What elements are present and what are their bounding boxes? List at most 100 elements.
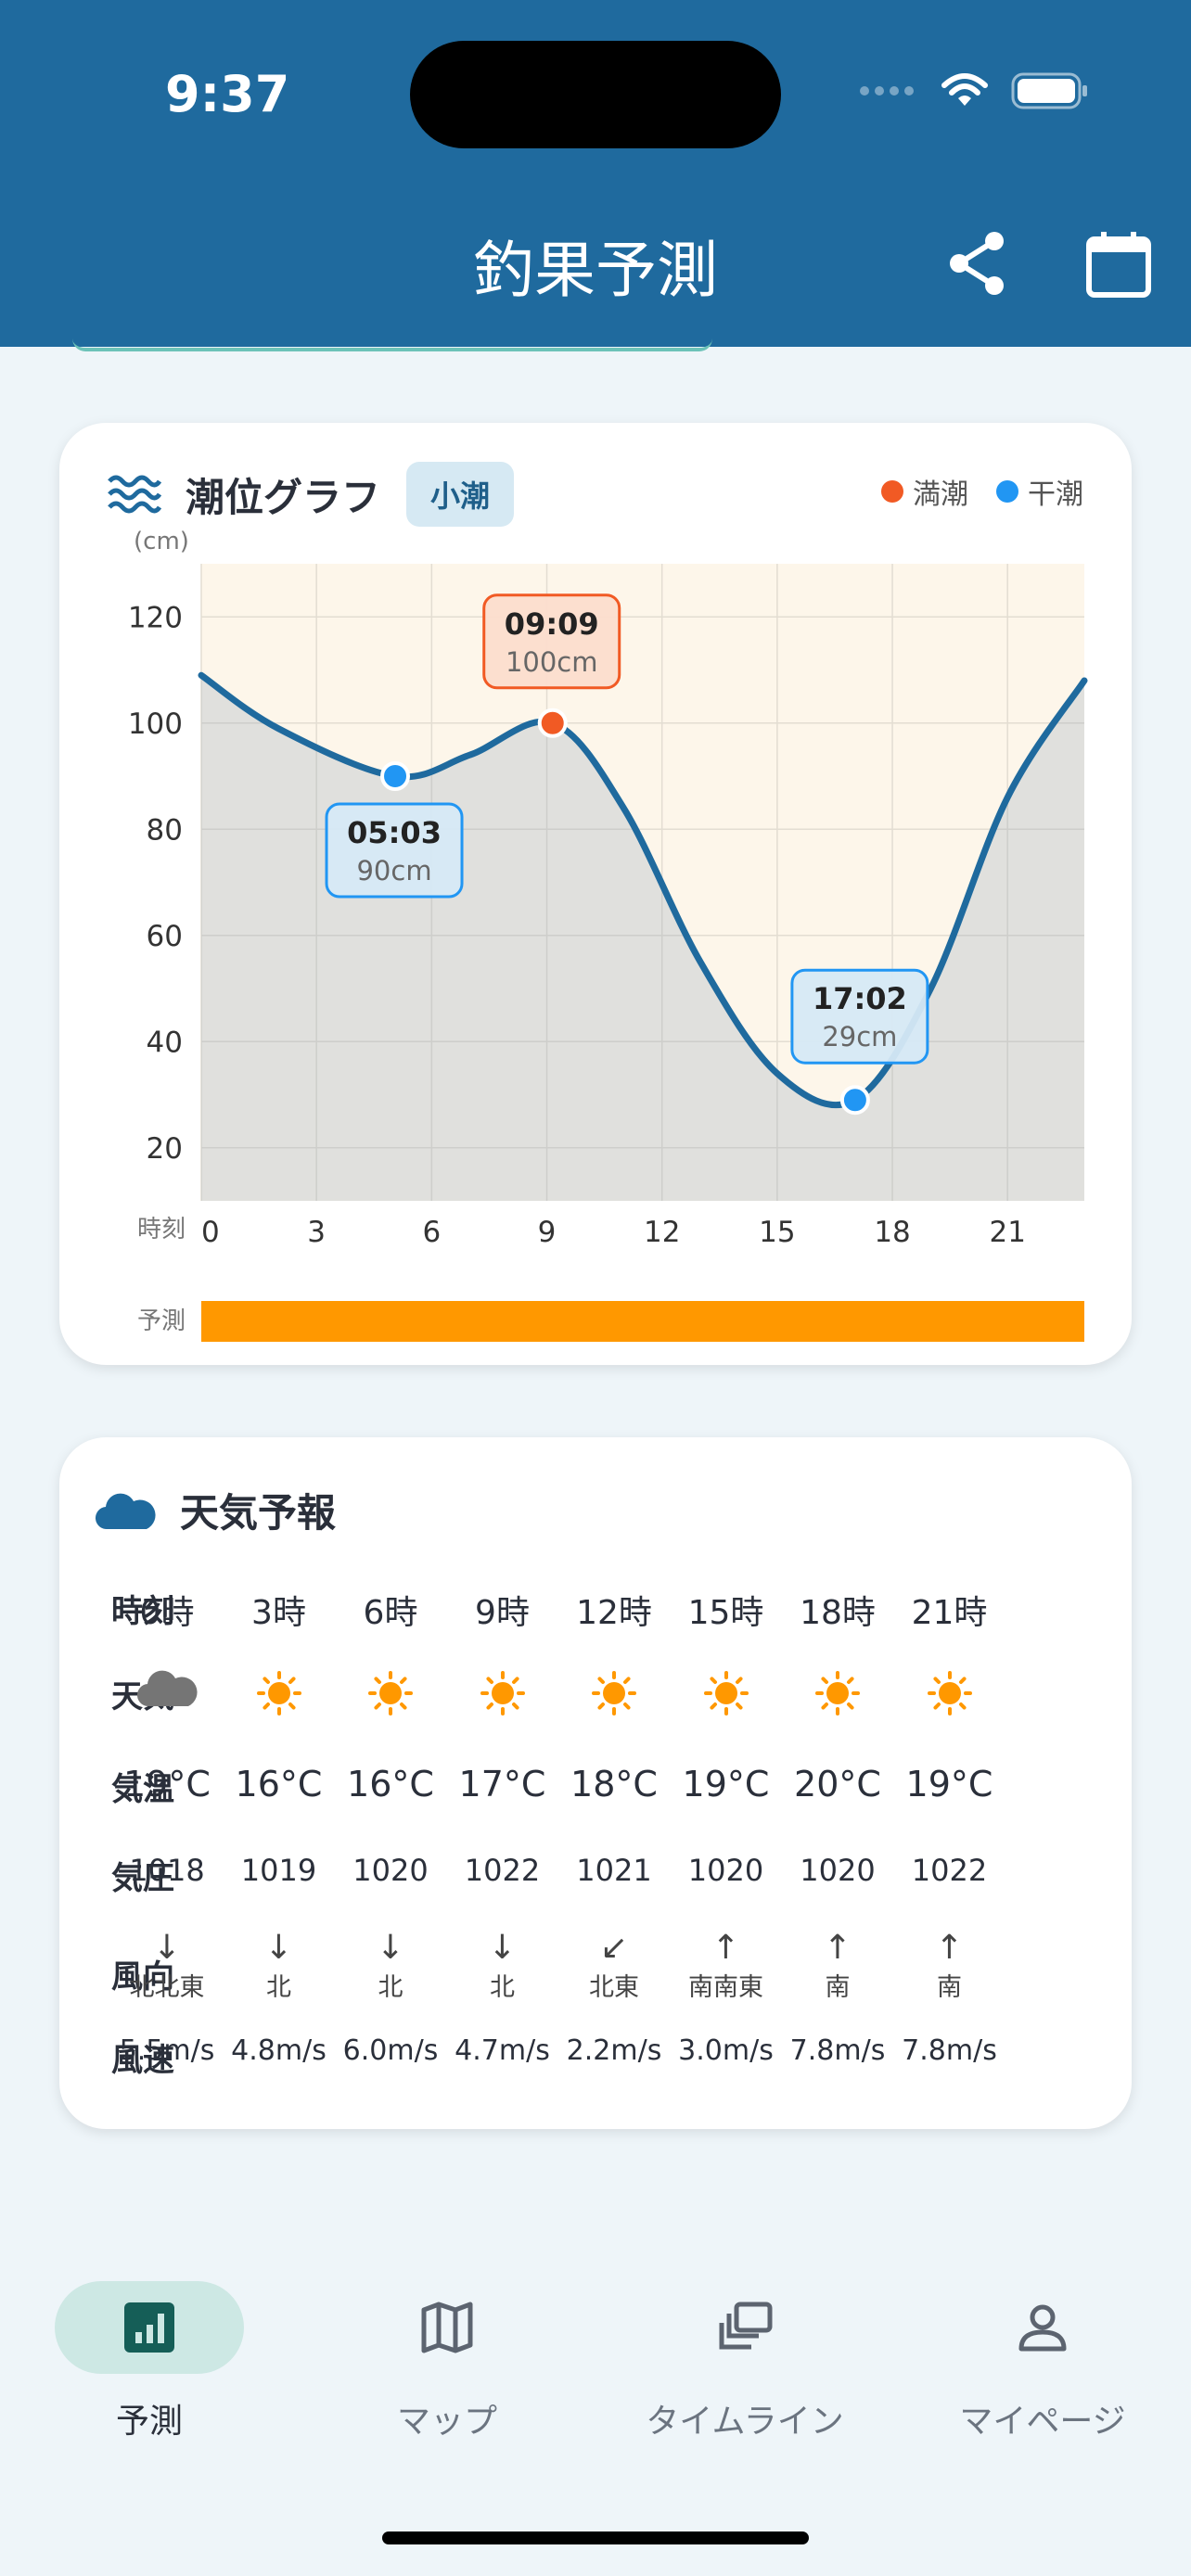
low-tide-callout: 17:02 29cm <box>790 968 929 1065</box>
cell-pressure: 1020 <box>352 1853 429 1888</box>
high-tide-callout: 09:09 100cm <box>482 593 621 690</box>
cell-pressure: 1020 <box>800 1853 876 1888</box>
wifi-icon <box>941 73 988 106</box>
cell-wind-speed: 7.8m/s <box>902 2034 997 2067</box>
sun-icon <box>223 1665 335 1721</box>
low-tide-point <box>380 761 411 791</box>
previous-card-edge <box>72 338 712 351</box>
wind-direction-label: 北 <box>490 1973 515 2002</box>
tab-label: 予測 <box>115 2403 183 2441</box>
cell-wind-speed: 5.5m/s <box>119 2034 215 2067</box>
share-icon[interactable] <box>942 228 1013 299</box>
calendar-icon[interactable] <box>1083 228 1154 299</box>
timeline-icon <box>650 2281 839 2374</box>
sun-icon <box>558 1665 671 1721</box>
cell-pressure: 1022 <box>464 1853 541 1888</box>
cell-time: 9時 <box>475 1594 530 1632</box>
y-axis-unit: (cm) <box>134 528 189 555</box>
x-tick-label: 6 <box>422 1216 441 1249</box>
x-tick-label: 21 <box>989 1216 1025 1249</box>
cell-temp: 18°C <box>570 1764 658 1804</box>
cell-temp: 17°C <box>458 1764 546 1804</box>
cell-temp: 19°C <box>123 1764 211 1804</box>
app-header: 9:37 釣果予測 <box>0 0 1191 347</box>
dynamic-island <box>410 41 781 148</box>
tab-label: マップ <box>396 2403 497 2441</box>
wind-arrow-icon: ↓ <box>152 1929 182 1967</box>
y-tick-label: 60 <box>147 920 183 953</box>
cell-wind-speed: 4.8m/s <box>231 2034 327 2067</box>
x-axis-label: 時刻 <box>137 1216 186 1243</box>
wind-direction: ↑ 南南東 <box>670 1929 782 2003</box>
tab-map[interactable]: マップ <box>308 2281 586 2442</box>
map-icon <box>352 2281 542 2374</box>
sun-icon <box>670 1665 782 1721</box>
wind-arrow-icon: ↑ <box>823 1929 852 1967</box>
wind-direction-label: 北東 <box>589 1973 639 2002</box>
x-tick-label: 0 <box>201 1216 220 1249</box>
cell-wind-speed: 3.0m/s <box>678 2034 774 2067</box>
low-tide-point <box>839 1085 870 1116</box>
cell-time: 18時 <box>800 1594 876 1632</box>
sun-icon <box>782 1665 894 1721</box>
x-tick-label: 18 <box>874 1216 910 1249</box>
cell-temp: 16°C <box>235 1764 323 1804</box>
cell-temp: 20°C <box>794 1764 881 1804</box>
cell-time: 12時 <box>576 1594 652 1632</box>
callout-value: 90cm <box>356 855 431 886</box>
callout-value: 29cm <box>822 1021 897 1052</box>
cell-pressure: 1021 <box>576 1853 652 1888</box>
wind-arrow-icon: ↙ <box>599 1929 629 1967</box>
tide-card: 潮位グラフ 小潮 満潮 干潮 (cm) 20 40 60 80 100 120 時刻 0 3 6 9 1… <box>59 423 1132 1365</box>
wind-direction: ↓ 北北東 <box>111 1929 224 2003</box>
y-tick-label: 80 <box>147 813 183 847</box>
sun-icon <box>335 1665 447 1721</box>
sun-icon <box>893 1665 1005 1721</box>
person-icon <box>948 2281 1137 2374</box>
wind-arrow-icon: ↑ <box>935 1929 964 1967</box>
tab-chart[interactable]: 予測 <box>10 2281 288 2442</box>
tab-bar: 予測 マップ タイムライン マイページ <box>0 2244 1191 2576</box>
callout-value: 100cm <box>506 646 598 678</box>
weather-card-title: 天気予報 <box>180 1490 337 1536</box>
callout-time: 09:09 <box>505 606 599 642</box>
cloud-icon <box>95 1493 156 1529</box>
wind-direction-label: 北 <box>378 1973 403 2002</box>
wind-direction: ↑ 南 <box>893 1929 1005 2003</box>
x-tick-label: 12 <box>644 1216 680 1249</box>
wind-arrow-icon: ↑ <box>711 1929 740 1967</box>
battery-icon <box>1011 72 1087 109</box>
sun-icon <box>446 1665 558 1721</box>
x-tick-label: 3 <box>307 1216 326 1249</box>
forecast-bar <box>201 1301 1084 1342</box>
cell-wind-speed: 4.7m/s <box>455 2034 550 2067</box>
wind-direction-label: 南 <box>825 1973 851 2002</box>
wind-direction: ↓ 北 <box>223 1929 335 2003</box>
tide-chart: (cm) 20 40 60 80 100 120 時刻 0 3 6 9 12 15 18 21 予測 05:03 9… <box>128 528 1088 1342</box>
y-tick-label: 20 <box>147 1132 183 1166</box>
cell-time: 21時 <box>911 1594 988 1632</box>
low-tide-callout: 05:03 90cm <box>325 802 464 899</box>
wind-direction-label: 南南東 <box>688 1973 763 2002</box>
y-tick-label: 40 <box>147 1026 183 1059</box>
cell-temp: 19°C <box>905 1764 993 1804</box>
tab-label: タイムライン <box>646 2403 844 2441</box>
status-time: 9:37 <box>165 65 290 123</box>
cell-wind-speed: 7.8m/s <box>789 2034 886 2067</box>
forecast-label: 予測 <box>137 1307 186 1335</box>
weather-card: 天気予報 時刻天気気温気圧風向風速0時19°C1018↓北北東5.5m/s3時1… <box>59 1437 1132 2129</box>
x-tick-label: 9 <box>538 1216 557 1249</box>
callout-time: 17:02 <box>813 981 907 1016</box>
status-icons <box>859 72 1089 109</box>
wind-direction: ↙ 北東 <box>558 1929 671 2003</box>
wind-arrow-icon: ↓ <box>376 1929 405 1967</box>
tab-person[interactable]: マイページ <box>903 2281 1182 2442</box>
cell-pressure: 1022 <box>911 1853 988 1888</box>
cell-time: 3時 <box>251 1594 306 1632</box>
wind-arrow-icon: ↓ <box>488 1929 517 1967</box>
cell-pressure: 1020 <box>687 1853 764 1888</box>
tab-timeline[interactable]: タイムライン <box>606 2281 884 2442</box>
cell-time: 15時 <box>687 1594 764 1632</box>
cell-time: 0時 <box>139 1594 195 1632</box>
wind-direction: ↑ 南 <box>782 1929 894 2003</box>
